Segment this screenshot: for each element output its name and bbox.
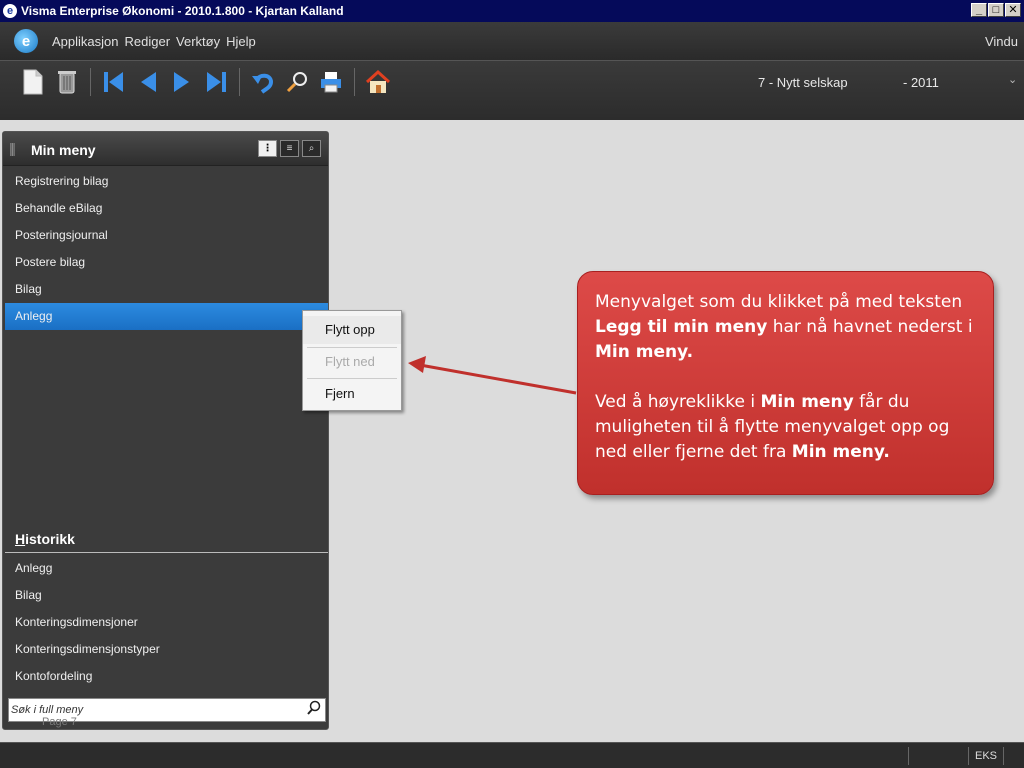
history-item-anlegg[interactable]: Anlegg [5, 555, 328, 582]
title-bar: e Visma Enterprise Økonomi - 2010.1.800 … [0, 0, 1024, 22]
menu-item-bilag[interactable]: Bilag [5, 276, 328, 303]
menu-item-anlegg[interactable]: Anlegg [5, 303, 328, 330]
status-separator [1003, 747, 1004, 765]
min-meny-list: Registrering bilag Behandle eBilag Poste… [5, 168, 328, 330]
minimize-icon[interactable]: _ [971, 3, 987, 17]
company-selector[interactable]: 7 - Nytt selskap [758, 75, 848, 90]
print-icon[interactable] [318, 67, 344, 97]
chevron-down-icon[interactable]: ⌄ [1008, 73, 1017, 86]
visma-logo-icon[interactable]: e [14, 29, 38, 53]
page-label: Page 7 [42, 716, 77, 728]
menu-applikasjon[interactable]: Applikasjon [52, 34, 119, 49]
callout-paragraph-1: Menyvalget som du klikket på med teksten… [595, 292, 973, 362]
view-search-button[interactable]: ⌕ [302, 140, 321, 157]
menu-item-behandle-ebilag[interactable]: Behandle eBilag [5, 195, 328, 222]
search-icon[interactable] [284, 67, 310, 97]
callout-paragraph-2: Ved å høyreklikke i Min meny får du muli… [595, 392, 950, 462]
history-item-kontofordeling[interactable]: Kontofordeling [5, 663, 328, 690]
window-title: Visma Enterprise Økonomi - 2010.1.800 - … [21, 4, 344, 18]
app-icon: e [3, 4, 17, 18]
history-divider [5, 552, 328, 553]
toolbar-separator [239, 68, 240, 96]
context-menu-fjern[interactable]: Fjern [303, 380, 401, 408]
toolbar: 7 - Nytt selskap - 2011 ⌄ [0, 60, 1024, 120]
view-list-button[interactable]: ≡ [280, 140, 299, 157]
menu-item-postere-bilag[interactable]: Postere bilag [5, 249, 328, 276]
menu-item-posteringsjournal[interactable]: Posteringsjournal [5, 222, 328, 249]
new-document-icon[interactable] [20, 67, 46, 97]
min-meny-panel: ||| Min meny ⋮ ≡ ⌕ Registrering bilag Be… [2, 131, 329, 730]
menu-vindu[interactable]: Vindu [985, 34, 1018, 49]
status-separator [908, 747, 909, 765]
close-icon[interactable]: ✕ [1005, 3, 1021, 17]
menu-verktoy[interactable]: Verktøy [176, 34, 220, 49]
history-item-konteringsdimensjoner[interactable]: Konteringsdimensjoner [5, 609, 328, 636]
home-icon[interactable] [365, 67, 391, 97]
status-bar: EKS [0, 742, 1024, 768]
menu-hjelp[interactable]: Hjelp [226, 34, 256, 49]
history-item-bilag[interactable]: Bilag [5, 582, 328, 609]
context-menu-flytt-opp[interactable]: Flytt opp [303, 316, 401, 344]
history-title: Historikk [15, 531, 75, 547]
delete-trash-icon[interactable] [54, 67, 80, 97]
toolbar-separator [90, 68, 91, 96]
drag-grip-icon[interactable]: ||| [9, 140, 16, 156]
last-record-icon[interactable] [203, 67, 229, 97]
menu-rediger[interactable]: Rediger [125, 34, 171, 49]
maximize-icon[interactable]: □ [988, 3, 1004, 17]
history-list: Anlegg Bilag Konteringsdimensjoner Konte… [5, 555, 328, 690]
menu-item-registrering-bilag[interactable]: Registrering bilag [5, 168, 328, 195]
toolbar-separator [354, 68, 355, 96]
panel-title: Min meny [31, 142, 96, 158]
history-item-konteringsdimensjonstyper[interactable]: Konteringsdimensjonstyper [5, 636, 328, 663]
status-mode: EKS [975, 750, 998, 762]
undo-icon[interactable] [250, 67, 276, 97]
menu-bar: e Applikasjon Rediger Verktøy Hjelp Vind… [0, 22, 1024, 60]
previous-record-icon[interactable] [135, 67, 161, 97]
year-selector[interactable]: - 2011 [903, 75, 939, 90]
status-separator [968, 747, 969, 765]
first-record-icon[interactable] [101, 67, 127, 97]
context-menu-flytt-ned: Flytt ned [325, 354, 375, 369]
view-compact-button[interactable]: ⋮ [258, 140, 277, 157]
context-menu-separator [307, 378, 397, 379]
next-record-icon[interactable] [169, 67, 195, 97]
instruction-callout: Menyvalget som du klikket på med teksten… [577, 271, 994, 495]
window-controls: _ □ ✕ [971, 3, 1021, 17]
panel-header: ||| Min meny ⋮ ≡ ⌕ [3, 132, 328, 166]
context-menu: Flytt opp Flytt ned Fjern [302, 310, 402, 411]
search-icon[interactable] [307, 700, 321, 720]
